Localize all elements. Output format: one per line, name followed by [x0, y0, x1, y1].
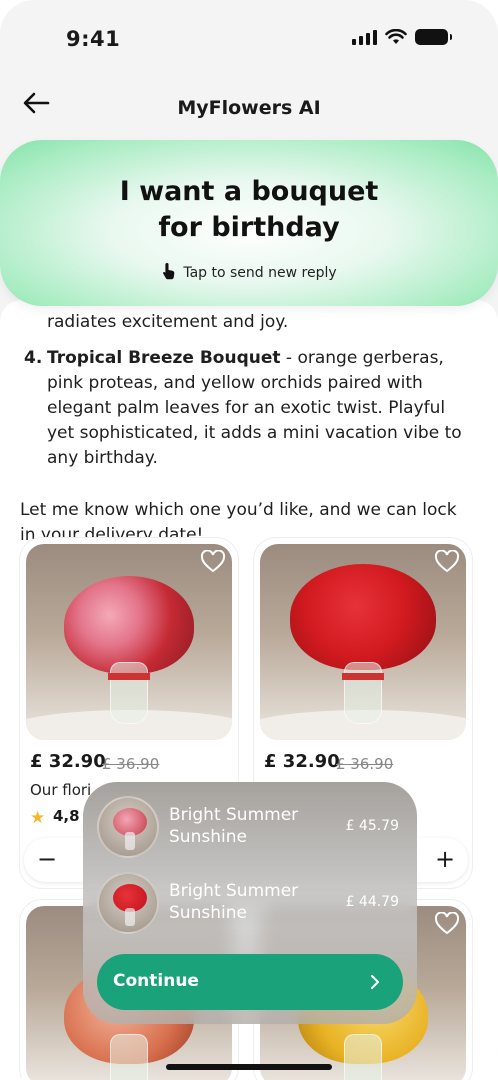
prompt-title: I want a bouquet for birthday — [0, 174, 498, 246]
selected-item-name: Bright Summer Sunshine — [169, 881, 299, 923]
favorite-heart-icon[interactable] — [434, 912, 460, 936]
selected-item-price: £ 45.79 — [345, 818, 399, 834]
selected-item[interactable]: Bright Summer Sunshine £ 45.79 — [97, 796, 403, 860]
selected-item-price: £ 44.79 — [345, 894, 399, 910]
favorite-heart-icon[interactable] — [200, 550, 226, 574]
selection-panel: Bright Summer Sunshine £ 45.79 Bright Su… — [83, 782, 417, 1024]
selected-item[interactable]: Bright Summer Sunshine £ 44.79 — [97, 872, 403, 936]
page-title: MyFlowers AI — [177, 97, 321, 119]
product-description: Our flori — [30, 781, 92, 799]
product-price: £ 32.90 — [264, 751, 340, 772]
list-item-body: Tropical Breeze Bouquet - orange gerbera… — [47, 346, 477, 471]
chat-message-text: radiates excitement and joy. — [47, 312, 289, 332]
tap-hand-icon — [163, 263, 175, 280]
star-icon: ★ — [30, 808, 46, 828]
product-rating: 4,8 — [53, 807, 80, 825]
favorite-heart-icon[interactable] — [434, 550, 460, 574]
status-bar: 9:41 — [0, 0, 498, 80]
minus-icon[interactable]: − — [34, 846, 60, 872]
product-price: £ 32.90 — [30, 751, 106, 772]
list-number: 4. — [24, 348, 43, 368]
signal-icon — [352, 29, 377, 45]
status-time: 9:41 — [66, 27, 121, 51]
selected-item-thumbnail — [97, 796, 159, 858]
wifi-icon — [385, 29, 407, 44]
continue-button[interactable]: Continue — [97, 954, 403, 1010]
phone-screen: 9:41 MyFlowers AI radiates excitement an… — [0, 0, 498, 1080]
navigation-bar: MyFlowers AI — [0, 80, 498, 140]
product-old-price: £ 36.90 — [102, 755, 160, 773]
product-old-price: £ 36.90 — [336, 755, 394, 773]
bouquet-name: Tropical Breeze Bouquet — [47, 348, 281, 368]
chevron-right-icon — [371, 975, 379, 989]
prompt-hint: Tap to send new reply — [0, 262, 498, 281]
prompt-title-line: for birthday — [158, 212, 340, 243]
continue-label: Continue — [113, 971, 199, 991]
plus-icon[interactable]: + — [432, 846, 458, 872]
prompt-hint-text: Tap to send new reply — [183, 265, 337, 281]
battery-icon — [415, 29, 452, 45]
prompt-bubble[interactable]: I want a bouquet for birthday Tap to sen… — [0, 140, 498, 306]
prompt-title-line: I want a bouquet — [119, 176, 379, 207]
home-indicator[interactable] — [166, 1064, 332, 1070]
status-icons — [352, 29, 452, 45]
selected-item-name: Bright Summer Sunshine — [169, 805, 299, 847]
selected-item-thumbnail — [97, 872, 159, 934]
